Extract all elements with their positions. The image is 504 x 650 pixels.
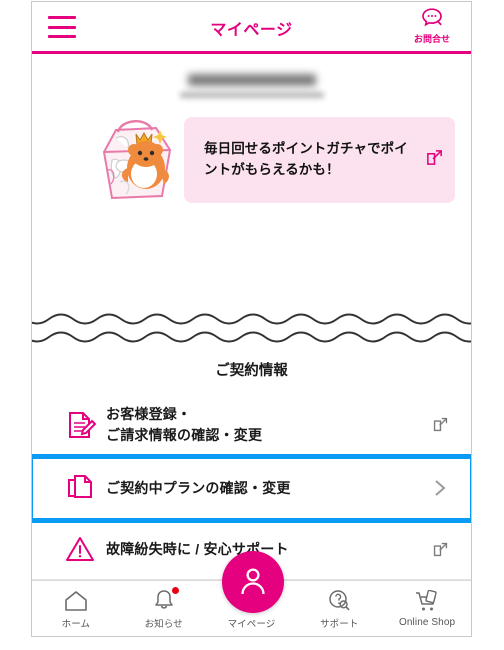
- chevron-right-icon: [425, 478, 455, 498]
- home-icon: [64, 588, 88, 612]
- nav-label-online-shop: Online Shop: [399, 617, 456, 628]
- external-link-icon: [421, 148, 447, 172]
- nav-item-notifications[interactable]: お知らせ: [120, 581, 208, 636]
- chat-bubble-icon: [401, 7, 463, 31]
- list-item-label: ご契約中プランの確認・変更: [106, 479, 291, 496]
- document-pen-icon: [54, 409, 106, 441]
- nav-item-home[interactable]: ホーム: [32, 581, 120, 636]
- copy-documents-icon: [54, 473, 106, 503]
- account-id-redacted: [179, 92, 324, 98]
- notification-badge: [171, 586, 179, 594]
- mypage-avatar-button[interactable]: [222, 551, 284, 613]
- promo-banner-button[interactable]: 毎日回せるポイントガチャでポイントがもらえるかも！: [184, 117, 455, 203]
- list-item-label-line2: ご請求情報の確認・変更: [106, 426, 263, 443]
- nav-label-home: ホーム: [61, 618, 91, 630]
- wavy-divider: [32, 307, 471, 345]
- shopping-cart-icon: [414, 589, 440, 613]
- external-link-icon: [425, 541, 455, 558]
- account-name-block: [32, 54, 471, 98]
- contact-button[interactable]: お問合せ: [401, 7, 463, 45]
- nav-item-support[interactable]: サポート: [295, 581, 383, 636]
- promo-banner: 毎日回せるポイントガチャでポイントがもらえるかも！: [44, 114, 455, 206]
- section-title: ご契約情報: [215, 363, 288, 379]
- hamster-treasure-basket-illustration: [94, 116, 178, 204]
- list-item-label-line1: お客様登録・: [106, 405, 192, 422]
- nav-item-online-shop[interactable]: Online Shop: [383, 581, 471, 636]
- list-item-label: お客様登録・ ご請求情報の確認・変更: [106, 404, 425, 446]
- page-body: 毎日回せるポイントガチャでポイントがもらえるかも！ ご契約情報 お客様登録・ ご…: [32, 54, 471, 581]
- support-question-icon: [327, 588, 351, 612]
- contact-label: お問合せ: [413, 34, 450, 44]
- list-item-customer-registration[interactable]: お客様登録・ ご請求情報の確認・変更: [32, 392, 471, 458]
- nav-label-mypage: マイページ: [227, 618, 276, 630]
- screen: マイページ お問合せ 毎日回せるポイントガチャでポイントがもらえるかも！ ご契約…: [0, 0, 504, 650]
- promo-banner-text: 毎日回せるポイントガチャでポイントがもらえるかも！: [204, 141, 408, 177]
- nav-label-notifications: お知らせ: [144, 618, 183, 630]
- phone-viewport: マイページ お問合せ 毎日回せるポイントガチャでポイントがもらえるかも！ ご契約…: [31, 1, 472, 637]
- account-name-redacted: [187, 74, 316, 86]
- bell-icon: [153, 586, 179, 612]
- app-header: マイページ お問合せ: [32, 2, 471, 54]
- nav-label-support: サポート: [320, 618, 359, 630]
- warning-triangle-icon: [54, 534, 106, 564]
- external-link-icon: [425, 416, 455, 433]
- list-item-current-plan[interactable]: ご契約中プランの確認・変更: [32, 454, 471, 523]
